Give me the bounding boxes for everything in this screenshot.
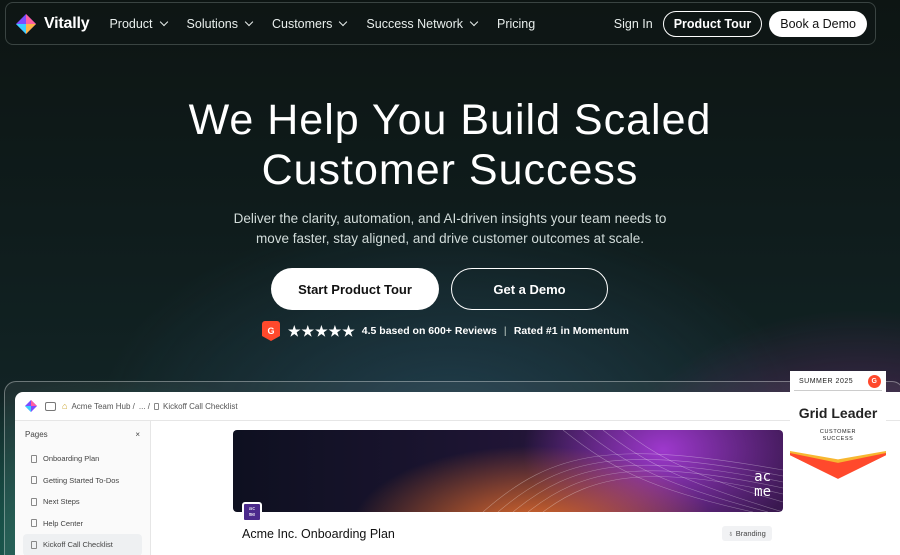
acme-avatar-line: me — [248, 512, 256, 518]
star-rating: ★★★★★ — [288, 322, 356, 339]
sidebar-toggle-icon[interactable] — [45, 401, 56, 411]
menu-pricing[interactable]: Pricing — [497, 17, 535, 31]
hero-subtitle-line: Deliver the clarity, automation, and AI-… — [233, 211, 667, 226]
pages-sidebar: Pages × Onboarding Plan Getting Started … — [15, 421, 151, 555]
main-menu: Product Solutions Customers Success Netw… — [109, 17, 555, 31]
sidebar-item-label: Getting Started To-Dos — [43, 475, 120, 485]
brand-logo[interactable]: Vitally — [15, 13, 90, 35]
chevron-down-icon — [469, 17, 479, 26]
breadcrumb-ellipsis[interactable]: ... / — [139, 402, 150, 411]
breadcrumb-current: Kickoff Call Checklist — [163, 401, 238, 411]
tag-label: Branding — [735, 529, 766, 538]
sidebar-item-label: Onboarding Plan — [43, 454, 100, 464]
award-category-line: SUCCESS — [822, 436, 854, 442]
menu-label: Pricing — [496, 16, 536, 31]
menu-solutions[interactable]: Solutions — [186, 16, 254, 31]
menu-label: Solutions — [186, 16, 238, 31]
app-preview: ⌂ Acme Team Hub / ... / Kickoff Call Che… — [15, 392, 900, 555]
sidebar-header: Pages × — [15, 421, 150, 448]
award-category-line: CUSTOMER — [819, 429, 857, 435]
document-icon — [31, 540, 37, 549]
product-tour-button[interactable]: Product Tour — [662, 10, 763, 37]
sidebar-item-help-center[interactable]: Help Center — [23, 513, 142, 535]
document-icon — [31, 454, 37, 463]
top-nav: Vitally Product Solutions Customers Succ… — [5, 2, 876, 45]
g2-logo-icon: G — [868, 375, 881, 388]
award-title: Grid Leader — [798, 405, 878, 421]
hero-title: We Help You Build Scaled Customer Succes… — [0, 95, 900, 195]
vitally-logo-icon — [16, 13, 36, 34]
menu-label: Success Network — [366, 16, 463, 31]
chevron-down-icon — [244, 17, 254, 26]
sidebar-item-label: Next Steps — [43, 497, 80, 507]
acme-avatar: ac me — [242, 502, 262, 522]
sidebar-item-next-steps[interactable]: Next Steps — [23, 491, 142, 513]
divider — [794, 390, 882, 391]
rank-text: Rated #1 in Momentum — [513, 325, 629, 337]
hero-title-line: Customer Success — [261, 146, 639, 194]
book-demo-button[interactable]: Book a Demo — [769, 10, 867, 37]
hero-title-line: We Help You Build Scaled — [188, 96, 712, 144]
bulb-icon: ♁ — [728, 529, 736, 538]
reviews-text[interactable]: 4.5 based on 600+ Reviews — [362, 325, 497, 337]
award-header: SUMMER 2025 G — [790, 371, 886, 388]
menu-product[interactable]: Product — [109, 16, 168, 31]
sidebar-item-onboarding-plan[interactable]: Onboarding Plan — [23, 448, 142, 470]
sidebar-item-label: Help Center — [43, 518, 84, 528]
divider: | — [503, 325, 507, 337]
menu-label: Product — [109, 16, 153, 31]
acme-logo-line: ac — [754, 469, 771, 485]
menu-customers[interactable]: Customers — [271, 16, 348, 31]
start-product-tour-button[interactable]: Start Product Tour — [271, 268, 439, 310]
brand-name: Vitally — [44, 14, 90, 32]
menu-label: Customers — [271, 16, 333, 31]
get-demo-button[interactable]: Get a Demo — [451, 268, 608, 310]
rating-bar: G ★★★★★ 4.5 based on 600+ Reviews | Rate… — [262, 321, 629, 341]
document-icon — [31, 519, 37, 528]
document-icon — [31, 497, 37, 506]
chevron-down-icon — [339, 17, 348, 26]
sidebar-item-label: Kickoff Call Checklist — [43, 540, 113, 550]
g2-logo-icon: G — [262, 321, 280, 341]
acme-logo-line: me — [754, 484, 771, 500]
sign-in-link[interactable]: Sign In — [614, 17, 653, 31]
home-icon: ⌂ — [62, 401, 68, 411]
award-category: CUSTOMER SUCCESS — [790, 429, 886, 443]
sidebar-title: Pages — [25, 430, 48, 439]
sidebar-item-getting-started[interactable]: Getting Started To-Dos — [23, 470, 142, 492]
wave-lines-graphic — [482, 430, 783, 512]
page-title: Acme Inc. Onboarding Plan — [242, 527, 395, 541]
document-icon — [31, 476, 37, 485]
app-topbar: ⌂ Acme Team Hub / ... / Kickoff Call Che… — [15, 392, 900, 421]
page-banner-image: ac me — [233, 430, 783, 512]
branding-tag[interactable]: ♁ Branding — [722, 526, 772, 541]
nav-actions: Sign In Product Tour Book a Demo — [614, 10, 867, 37]
breadcrumb-hub[interactable]: Acme Team Hub / — [71, 402, 134, 411]
hero-subtitle: Deliver the clarity, automation, and AI-… — [200, 209, 700, 249]
sidebar-item-kickoff-checklist[interactable]: Kickoff Call Checklist — [23, 534, 142, 555]
award-season: SUMMER 2025 — [799, 378, 854, 385]
acme-logo: ac me — [754, 470, 771, 500]
document-icon — [154, 402, 159, 410]
close-icon[interactable]: × — [135, 430, 140, 439]
menu-success-network[interactable]: Success Network — [366, 16, 479, 31]
chevron-down-icon — [159, 17, 168, 26]
vitally-logo-icon — [25, 400, 37, 412]
hero-subtitle-line: move faster, stay aligned, and drive cus… — [256, 231, 644, 246]
